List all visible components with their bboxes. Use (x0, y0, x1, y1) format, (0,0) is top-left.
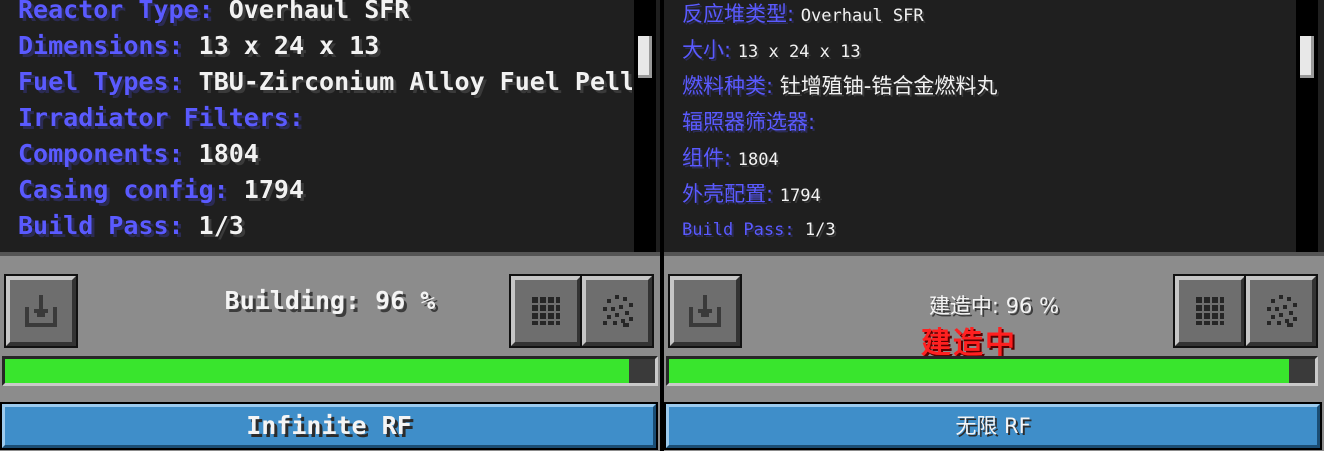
info-key: Components: (18, 139, 184, 168)
info-key: 大小: (682, 38, 732, 62)
build-progress-bar (2, 356, 658, 386)
import-tray-icon (25, 295, 57, 327)
info-value: 1804 (737, 150, 779, 170)
info-value: 1/3 (198, 211, 244, 240)
import-button[interactable] (4, 274, 78, 348)
info-line-build-pass: Build Pass: 1/3 (682, 212, 1296, 248)
info-value: 1794 (779, 186, 821, 206)
build-progress-bar (666, 356, 1318, 386)
info-line-irradiator-filters: Irradiator Filters: (18, 100, 632, 136)
energy-mode-button[interactable]: Infinite RF (0, 402, 658, 450)
info-value: 钍增殖铀-锆合金燃料丸 (779, 74, 998, 98)
info-key: Fuel Types: (18, 67, 184, 96)
info-value: Overhaul SFR (228, 0, 410, 24)
info-value: 13 x 24 x 13 (198, 31, 380, 60)
grid-pattern-button[interactable] (509, 274, 583, 348)
grid-pattern-icon (1196, 297, 1224, 325)
info-line-reactor-type: 反应堆类型: Overhaul SFR (682, 0, 1296, 32)
info-line-fuel-types: Fuel Types: TBU-Zirconium Alloy Fuel Pel… (18, 64, 632, 100)
grid-pattern-button[interactable] (1173, 274, 1247, 348)
energy-mode-button[interactable]: 无限 RF (664, 402, 1322, 450)
info-key: Build Pass: (18, 211, 184, 240)
progress-fill (5, 359, 629, 383)
info-line-dimensions: Dimensions: 13 x 24 x 13 (18, 28, 632, 64)
scrollbar-thumb[interactable] (638, 36, 652, 78)
info-key: 反应堆类型: (682, 2, 795, 26)
dotted-pattern-icon (1267, 295, 1297, 327)
info-scrollbar[interactable] (634, 0, 656, 252)
info-key: 燃料种类: (682, 74, 774, 98)
info-line-dimensions: 大小: 13 x 24 x 13 (682, 32, 1296, 68)
build-status-text: Building: 96 % (224, 286, 436, 315)
builder-panel-chinese: 反应堆类型: Overhaul SFR 大小: 13 x 24 x 13 燃料种… (664, 0, 1324, 451)
progress-fill (669, 359, 1290, 383)
info-key: 外壳配置: (682, 182, 774, 206)
import-tray-icon (689, 295, 721, 327)
info-key: 组件: (682, 146, 732, 170)
info-key: Build Pass: (682, 220, 795, 240)
builder-panel-english: Reactor Type: Overhaul SFR Dimensions: 1… (0, 0, 660, 451)
info-value: 13 x 24 x 13 (737, 42, 861, 62)
info-line-components: Components: 1804 (18, 136, 632, 172)
info-value: 1/3 (804, 220, 836, 240)
reactor-info-list: 反应堆类型: Overhaul SFR 大小: 13 x 24 x 13 燃料种… (682, 0, 1296, 248)
info-key: Reactor Type: (18, 0, 214, 24)
reactor-info-list: Reactor Type: Overhaul SFR Dimensions: 1… (18, 0, 632, 244)
info-line-reactor-type: Reactor Type: Overhaul SFR (18, 0, 632, 28)
grid-pattern-icon (532, 297, 560, 325)
info-scrollbar[interactable] (1296, 0, 1318, 252)
info-line-fuel-types: 燃料种类: 钍增殖铀-锆合金燃料丸 (682, 68, 1296, 104)
reactor-info-screen: 反应堆类型: Overhaul SFR 大小: 13 x 24 x 13 燃料种… (664, 0, 1324, 256)
info-value: TBU-Zirconium Alloy Fuel Pell (198, 67, 632, 96)
info-line-irradiator-filters: 辐照器筛选器: (682, 104, 1296, 140)
dotted-pattern-icon (603, 295, 633, 327)
info-value: 1794 (243, 175, 304, 204)
import-button[interactable] (668, 274, 742, 348)
reactor-info-screen: Reactor Type: Overhaul SFR Dimensions: 1… (0, 0, 660, 256)
info-line-casing-config: 外壳配置: 1794 (682, 176, 1296, 212)
info-value: Overhaul SFR (800, 6, 924, 26)
build-status-text: 建造中: 96 % (928, 294, 1060, 318)
dotted-pattern-button[interactable] (1244, 274, 1318, 348)
info-value: 1804 (198, 139, 259, 168)
dotted-pattern-button[interactable] (580, 274, 654, 348)
info-key: Irradiator Filters: (18, 103, 304, 132)
info-line-build-pass: Build Pass: 1/3 (18, 208, 632, 244)
info-key: Casing config: (18, 175, 229, 204)
info-line-components: 组件: 1804 (682, 140, 1296, 176)
info-key: 辐照器筛选器: (682, 110, 816, 134)
info-line-casing-config: Casing config: 1794 (18, 172, 632, 208)
scrollbar-thumb[interactable] (1300, 36, 1314, 78)
info-key: Dimensions: (18, 31, 184, 60)
comparison-view: Reactor Type: Overhaul SFR Dimensions: 1… (0, 0, 1324, 451)
